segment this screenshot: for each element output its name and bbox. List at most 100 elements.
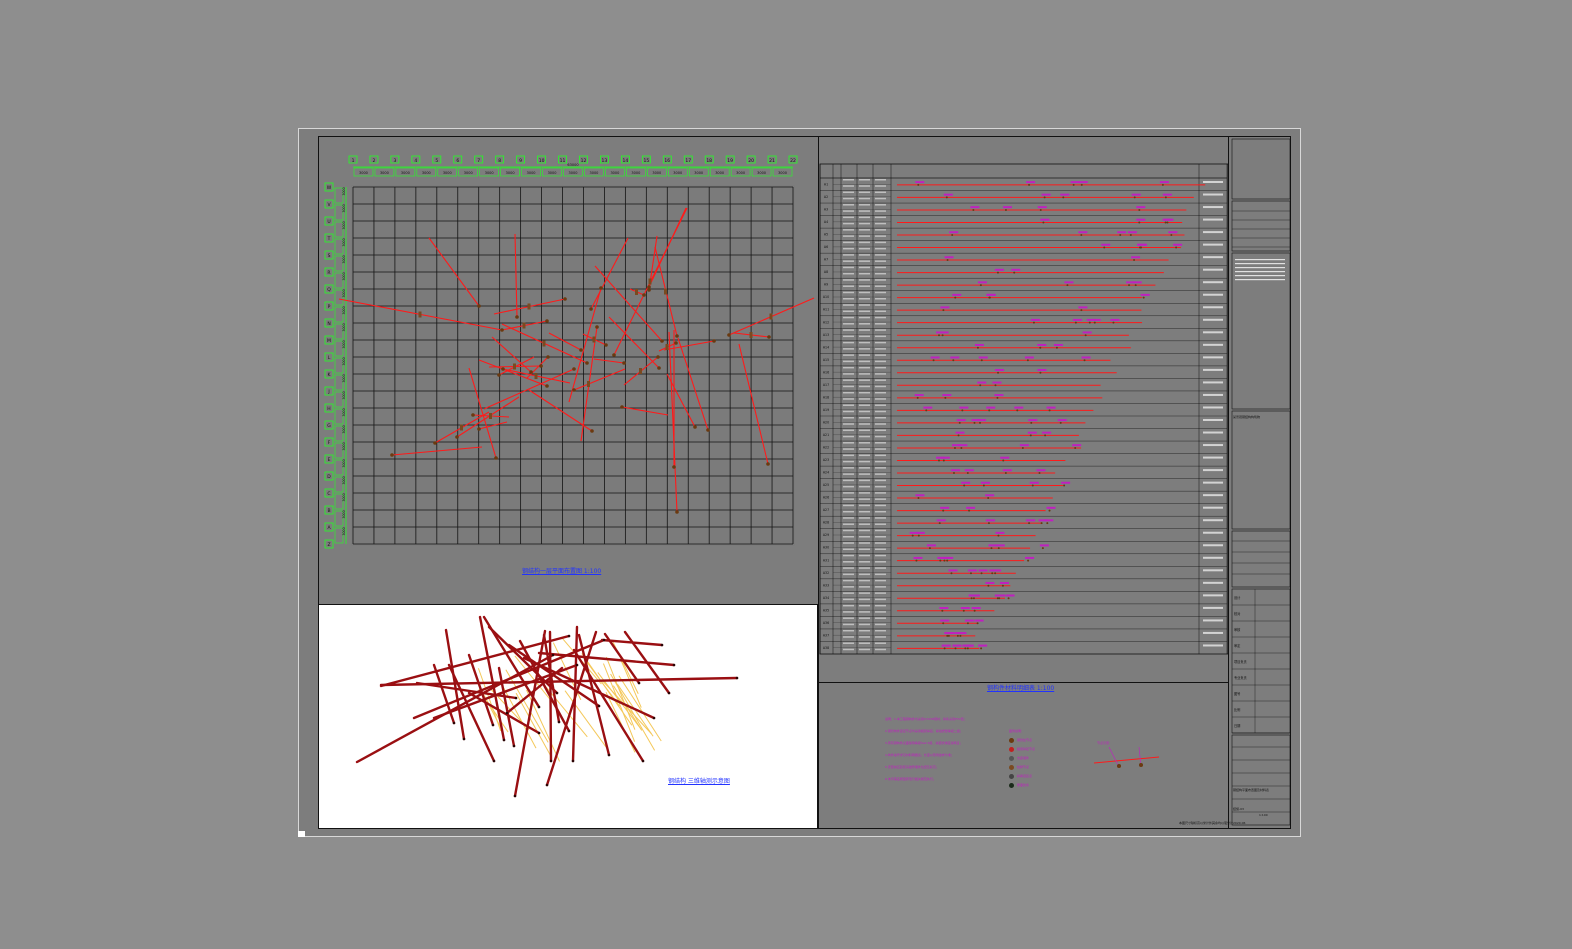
- cell-text: [843, 523, 854, 525]
- schedule-node: [997, 371, 1000, 374]
- schedule-node: [943, 559, 946, 562]
- member-node: [595, 325, 599, 329]
- grid-label-row: U: [327, 219, 330, 225]
- cell-text: [875, 291, 886, 294]
- schedule-node: [943, 647, 946, 650]
- member-tag: [418, 311, 422, 318]
- cell-text: [859, 348, 870, 350]
- cell-text: [843, 504, 854, 507]
- schedule-node: [994, 572, 997, 575]
- schedule-node: [1038, 471, 1041, 474]
- cell-text: [859, 341, 870, 344]
- schedule-node: [1166, 221, 1169, 224]
- iso-node: [735, 676, 739, 680]
- cell-text: [843, 517, 854, 519]
- corner-marker: [298, 831, 305, 837]
- cell-text: [875, 266, 886, 269]
- schedule-tag: [1029, 481, 1039, 484]
- length-value: [1203, 494, 1223, 497]
- cell-text: [859, 335, 870, 338]
- member-node: [656, 355, 660, 359]
- cell-text: [859, 222, 870, 225]
- schedule-tag: [967, 569, 977, 572]
- schedule-tag: [961, 481, 971, 484]
- schedule-node: [946, 259, 949, 262]
- schedule-tag: [971, 607, 981, 610]
- grid-label-column: 21: [769, 158, 775, 164]
- schedule-node: [1026, 359, 1029, 362]
- schedule-node: [980, 647, 983, 650]
- schedule-node: [1007, 597, 1010, 600]
- iso-node: [549, 759, 553, 763]
- schedule-node: [1029, 434, 1032, 437]
- cell-text: [875, 435, 886, 438]
- dim-label: 3000: [342, 238, 346, 246]
- schedule-node: [1062, 196, 1065, 199]
- cell-text: [859, 542, 870, 544]
- schedule-node: [937, 459, 940, 462]
- bottom-note: 本图尺寸除标高以米计外其余均以毫米计: [1179, 821, 1234, 825]
- grid-label-column: 22: [790, 158, 796, 164]
- row-id: A6: [824, 245, 828, 249]
- member-node: [693, 425, 697, 429]
- iso-node: [491, 723, 495, 727]
- schedule-tag: [939, 331, 949, 334]
- cell-text: [859, 329, 870, 331]
- cell-text: [843, 197, 854, 200]
- tb-note-text: [1235, 275, 1285, 277]
- detail-leader: [1108, 746, 1120, 768]
- schedule-node: [1028, 522, 1031, 525]
- cell-text: [875, 298, 886, 300]
- schedule-node: [1138, 208, 1141, 211]
- member-node: [500, 328, 504, 332]
- cell-text: [875, 586, 886, 588]
- schedule-tag: [952, 293, 962, 296]
- schedule-tag: [1037, 369, 1047, 372]
- schedule-tag: [1078, 231, 1088, 234]
- iso-node: [567, 729, 571, 733]
- iso-caption: 钢结构 三维轴测示意图: [668, 778, 730, 785]
- grid-label-row: B: [327, 508, 330, 514]
- dim-label: 3000: [548, 171, 557, 175]
- cell-text: [843, 304, 854, 306]
- cell-text: [859, 266, 870, 269]
- row-id: A33: [823, 583, 829, 587]
- cell-text: [875, 185, 886, 187]
- cell-text: [875, 567, 886, 569]
- cell-text: [875, 254, 886, 256]
- schedule-tag: [940, 619, 950, 622]
- schedule-tag: [1081, 356, 1091, 359]
- member-node: [477, 427, 481, 431]
- member-tag: [542, 340, 546, 347]
- row-id: A36: [823, 621, 829, 625]
- cell-text: [843, 435, 854, 438]
- iso-node: [571, 759, 575, 763]
- member-node: [675, 510, 679, 514]
- cell-text: [843, 335, 854, 338]
- schedule-tag: [970, 594, 980, 597]
- cell-text: [859, 517, 870, 519]
- dim-label: 3000: [342, 408, 346, 416]
- schedule-node: [979, 284, 982, 287]
- dim-label: 3000: [342, 340, 346, 348]
- dim-label: 3000: [443, 171, 452, 175]
- row-id: A8: [824, 270, 828, 274]
- schedule-node: [1103, 246, 1106, 249]
- schedule-tag: [1046, 506, 1056, 509]
- dim-label: 3000: [342, 289, 346, 297]
- cell-text: [843, 298, 854, 300]
- iso-node: [513, 794, 517, 798]
- schedule-tag: [1131, 256, 1141, 259]
- cell-text: [859, 604, 870, 607]
- cell-text: [859, 611, 870, 613]
- grid-label-column: 13: [602, 158, 608, 164]
- cell-text: [843, 417, 854, 419]
- cell-text: [875, 285, 886, 287]
- schedule-tag: [1041, 193, 1051, 196]
- schedule-table: A1 A2 A3 A4 A5 A6 A7 A8 A9 A10 A11 A12 A13 A14 A15 A16 A…: [819, 163, 1229, 655]
- schedule-tag: [1064, 281, 1074, 284]
- cell-text: [875, 304, 886, 306]
- schedule-node: [1133, 196, 1136, 199]
- cell-text: [875, 485, 886, 488]
- grid-label-row: Z: [327, 542, 330, 548]
